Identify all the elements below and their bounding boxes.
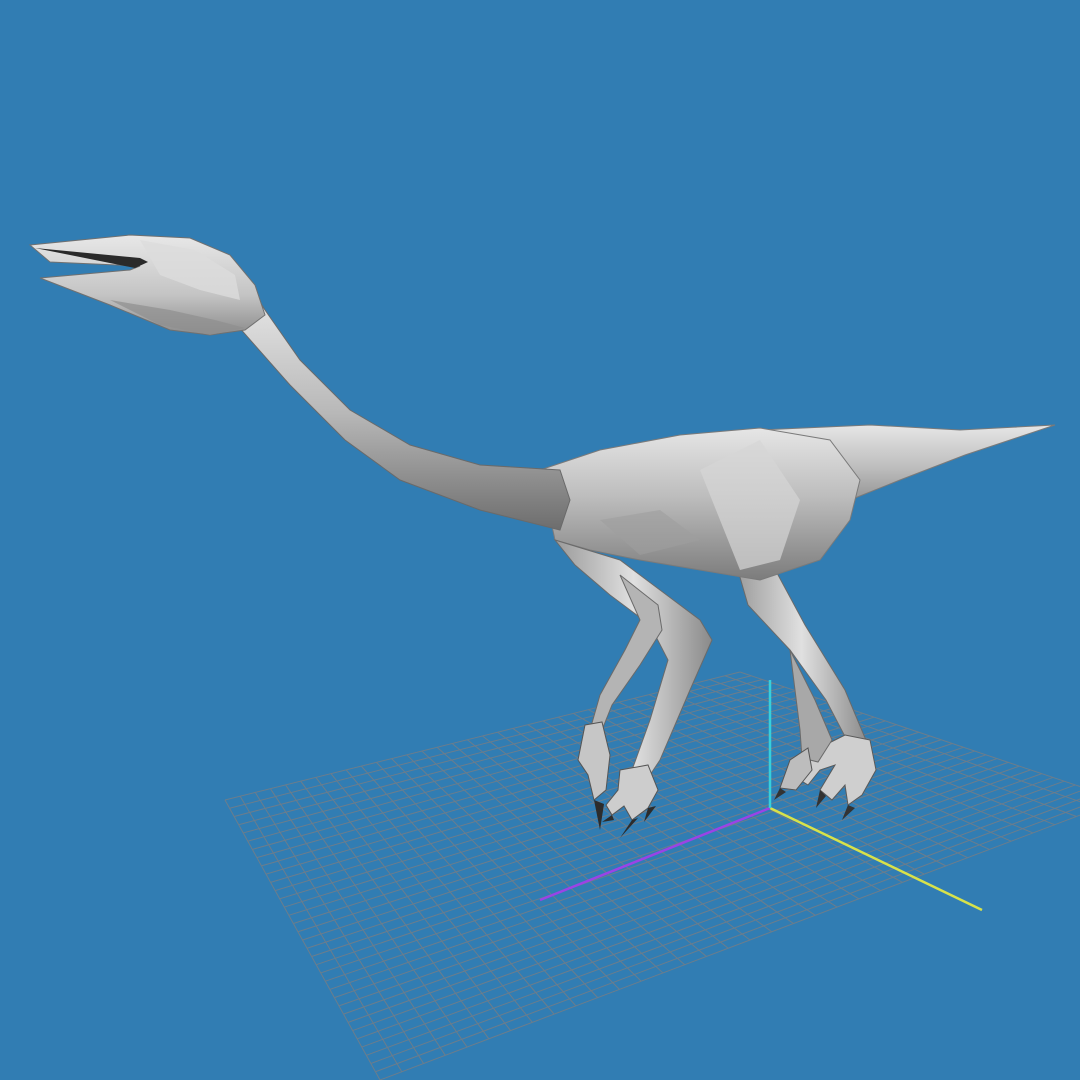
- 3d-viewport[interactable]: [0, 0, 1080, 1080]
- viewport-background: [0, 0, 1080, 1080]
- viewport-canvas[interactable]: [0, 0, 1080, 1080]
